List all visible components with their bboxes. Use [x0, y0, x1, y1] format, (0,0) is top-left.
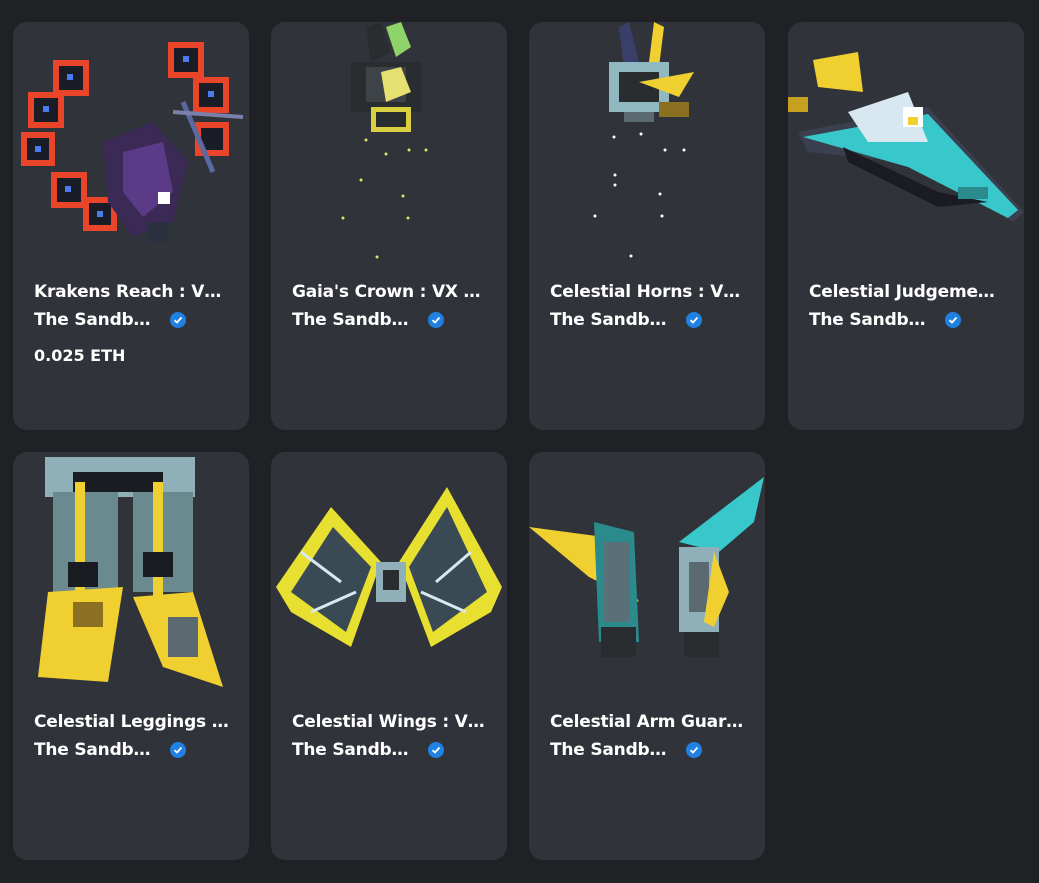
creator-name[interactable]: The Sandbo… — [34, 740, 160, 760]
creator-name[interactable]: The Sandbo… — [34, 310, 160, 330]
nft-card-celestial-horns[interactable]: Celestial Horns : V… The Sandbo… — [529, 22, 765, 430]
verified-badge-icon — [686, 742, 702, 758]
nft-card-celestial-arm-guards[interactable]: Celestial Arm Guar… The Sandbo… — [529, 452, 765, 860]
nft-card-celestial-wings[interactable]: Celestial Wings : V… The Sandbo… — [271, 452, 507, 860]
nft-image-gaias-crown — [341, 22, 428, 259]
nft-grid: Krakens Reach : V… The Sandbo… 0.025 ETH — [0, 0, 1039, 883]
nft-title[interactable]: Celestial Arm Guar… — [550, 712, 750, 732]
creator-name[interactable]: The Sandbo… — [550, 310, 676, 330]
verified-badge-icon — [686, 312, 702, 328]
nft-title[interactable]: Celestial Horns : V… — [550, 282, 750, 302]
nft-title[interactable]: Gaia's Crown : VX … — [292, 282, 492, 302]
nft-image-celestial-arm-guards — [529, 477, 764, 657]
verified-badge-icon — [428, 742, 444, 758]
nft-card-krakens-reach[interactable]: Krakens Reach : V… The Sandbo… 0.025 ETH — [13, 22, 249, 430]
nft-card-gaias-crown[interactable]: Gaia's Crown : VX … The Sandbo… — [271, 22, 507, 430]
nft-image-celestial-leggings — [38, 457, 223, 687]
creator-name[interactable]: The Sandbo… — [292, 740, 418, 760]
creator-name[interactable]: The Sandbo… — [809, 310, 935, 330]
nft-card-celestial-judgement[interactable]: Celestial Judgeme… The Sandbo… — [788, 22, 1024, 430]
creator-row: The Sandbo… — [34, 310, 186, 330]
creator-name[interactable]: The Sandbo… — [550, 740, 676, 760]
creator-row: The Sandbo… — [550, 740, 702, 760]
creator-row: The Sandbo… — [292, 310, 444, 330]
nft-card-celestial-leggings[interactable]: Celestial Leggings … The Sandbo… — [13, 452, 249, 860]
creator-row: The Sandbo… — [292, 740, 444, 760]
creator-name[interactable]: The Sandbo… — [292, 310, 418, 330]
nft-price: 0.025 ETH — [34, 346, 126, 365]
verified-badge-icon — [170, 742, 186, 758]
verified-badge-icon — [170, 312, 186, 328]
creator-row: The Sandbo… — [550, 310, 702, 330]
creator-row: The Sandbo… — [809, 310, 961, 330]
nft-image-krakens-reach — [21, 42, 244, 242]
nft-image-celestial-judgement — [788, 52, 1024, 222]
nft-image-celestial-horns — [593, 22, 694, 258]
verified-badge-icon — [945, 312, 961, 328]
nft-title[interactable]: Celestial Wings : V… — [292, 712, 492, 732]
nft-title[interactable]: Celestial Leggings … — [34, 712, 234, 732]
creator-row: The Sandbo… — [34, 740, 186, 760]
nft-title[interactable]: Krakens Reach : V… — [34, 282, 234, 302]
verified-badge-icon — [428, 312, 444, 328]
nft-image-celestial-wings — [276, 487, 502, 647]
nft-title[interactable]: Celestial Judgeme… — [809, 282, 1009, 302]
